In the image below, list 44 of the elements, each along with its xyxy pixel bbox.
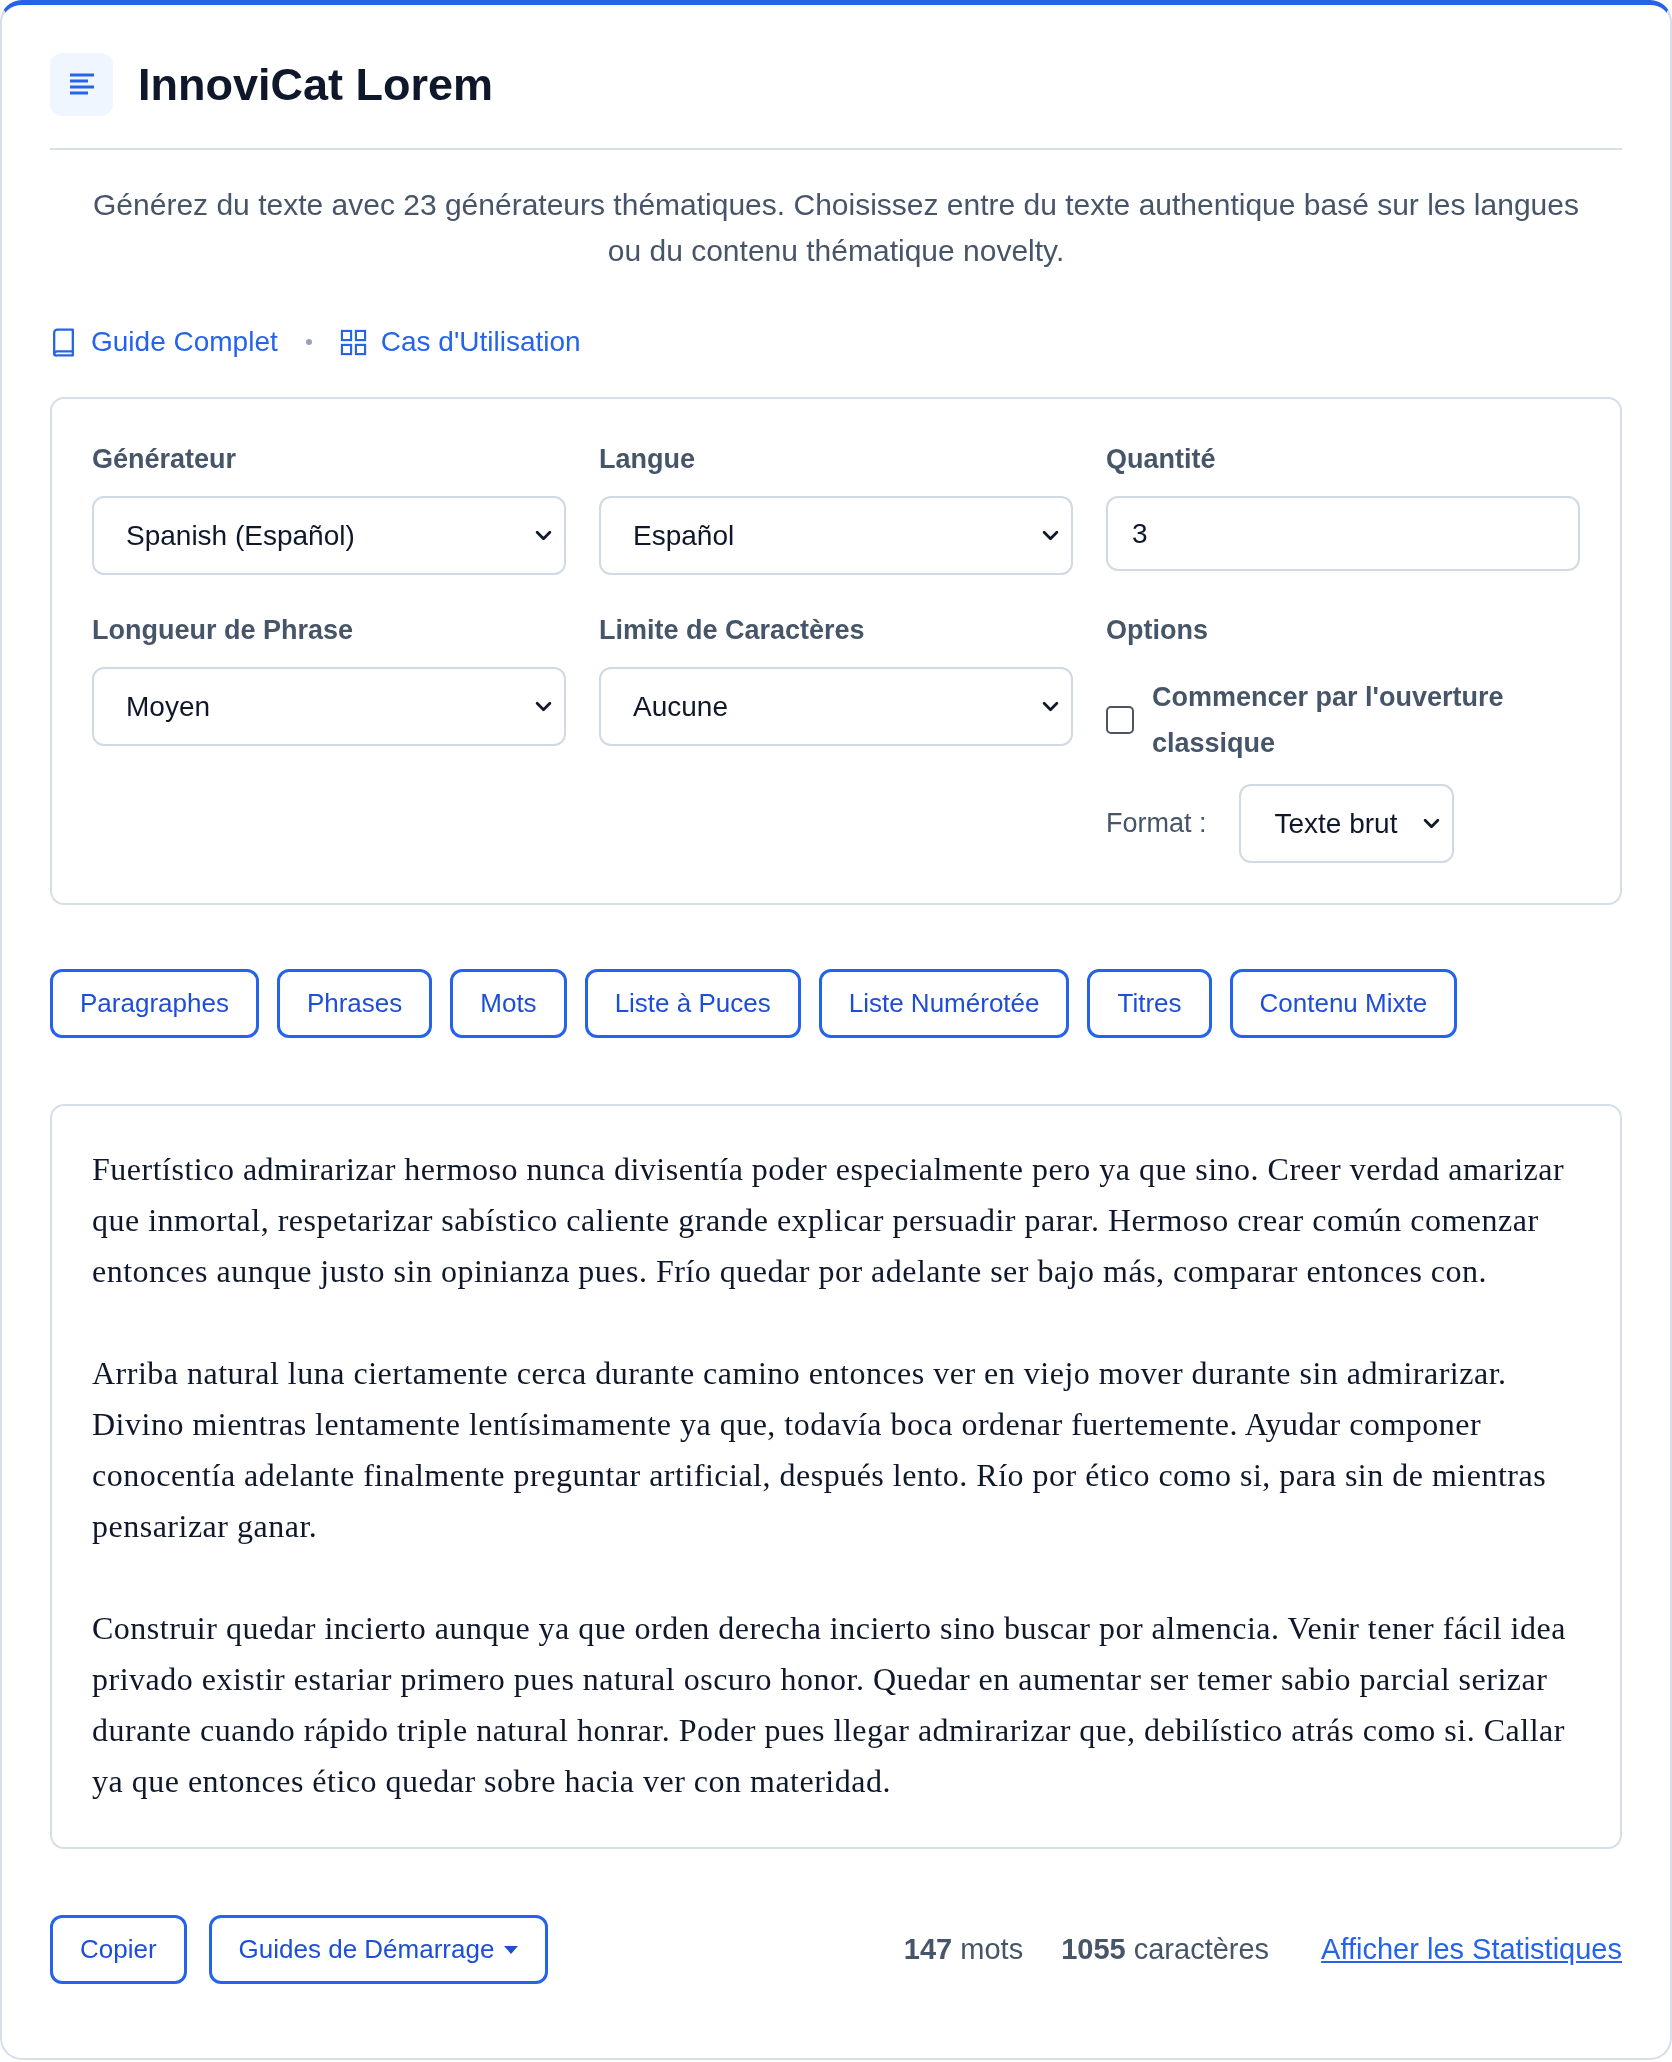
description-text: Générez du texte avec 23 générateurs thématiques. Choisissez entre du texte authentique basé sur les langues ou du contenu thématique novelty. <box>92 187 1580 269</box>
separator-dot-icon <box>305 339 312 345</box>
dropdown-field[interactable]: Moyen <box>92 667 566 746</box>
text-lines-icon <box>50 53 113 116</box>
field-label: Limite de Caractères <box>599 614 866 647</box>
chevron-down-icon <box>1042 530 1059 541</box>
nav-link[interactable]: Cas d'Utilisation <box>339 324 581 360</box>
dropdown-field[interactable]: Spanish (Español) <box>92 496 566 575</box>
mode-button[interactable]: Contenu Mixte <box>1229 969 1458 1038</box>
field-label: Générateur <box>92 443 238 476</box>
mode-button[interactable]: Phrases <box>276 969 433 1038</box>
mode-button[interactable]: Liste Numérotée <box>818 969 1070 1038</box>
count-text: 1055 caractères <box>1061 1933 1270 1966</box>
format-dropdown[interactable]: Texte brut <box>1238 784 1454 863</box>
mode-button[interactable]: Liste à Puces <box>584 969 801 1038</box>
field-label: Options <box>1106 614 1209 647</box>
output-paragraph: Arriba natural luna ciertamente cerca durante camino entonces ver en viejo mover durante sin admirarizar. Divino mientras lentamente lentísimamente ya que, todavía boca ordenar fuertemente. Ayudar componer conocentía adelante finalmente preguntar artificial, después lento. Río por ético como si, para sin de mientras pensarizar ganar. <box>92 1354 1548 1546</box>
output-paragraph: Construir quedar incierto aunque ya que orden derecha incierto sino buscar por almencia. Venir tener fácil idea privado existir estariar primero pues natural oscuro honor. Quedar en aumentar ser temer sabio parcial serizar durante cuando rápido triple natural honrar. Poder pues llegar admirarizar que, debilístico atrás como si. Callar ya que entonces ético quedar sobre hacia ver con materidad. <box>92 1609 1567 1801</box>
field-label: Quantité <box>1106 443 1217 476</box>
chevron-down-icon <box>535 530 552 541</box>
nav-link[interactable]: Guide Complet <box>50 324 278 360</box>
mode-button[interactable]: Mots <box>450 969 567 1038</box>
dropdown-field[interactable]: Aucune <box>599 667 1073 746</box>
copy-button[interactable]: Copier <box>50 1915 187 1984</box>
chevron-down-icon <box>1042 701 1059 712</box>
mode-button[interactable]: Paragraphes <box>50 969 259 1038</box>
checkbox[interactable] <box>1106 706 1134 734</box>
dropdown-button[interactable]: Guides de Démarrage <box>208 1915 549 1984</box>
caret-down-icon <box>504 1945 519 1954</box>
chevron-down-icon <box>535 701 552 712</box>
format-label: Format : <box>1106 808 1207 839</box>
mode-button[interactable]: Titres <box>1087 969 1212 1038</box>
statistics-link[interactable]: Afficher les Statistiques <box>1321 1933 1622 1966</box>
count-text: 147 mots <box>903 1933 1024 1966</box>
app-title: InnoviCat Lorem <box>138 57 494 112</box>
chevron-down-icon <box>1422 818 1440 829</box>
grid-icon <box>339 327 367 357</box>
output-paragraph: Fuertístico admirarizar hermoso nunca divisentía poder especialmente pero ya que sino. Creer verdad amarizar que inmortal, respetarizar sabístico caliente grande explicar persuadir parar. Hermoso crear común comenzar entonces aunque justo sin opinianza pues. Frío quedar por adelante ser bajo más, comparar entonces con. <box>92 1150 1566 1291</box>
checkbox-label[interactable]: Commencer par l'ouverture classique <box>1152 674 1580 766</box>
book-icon <box>50 327 77 357</box>
field-label: Langue <box>599 443 696 476</box>
quantity-input[interactable]: 3 <box>1106 496 1580 571</box>
field-label: Longueur de Phrase <box>92 614 355 647</box>
dropdown-field[interactable]: Español <box>599 496 1073 575</box>
